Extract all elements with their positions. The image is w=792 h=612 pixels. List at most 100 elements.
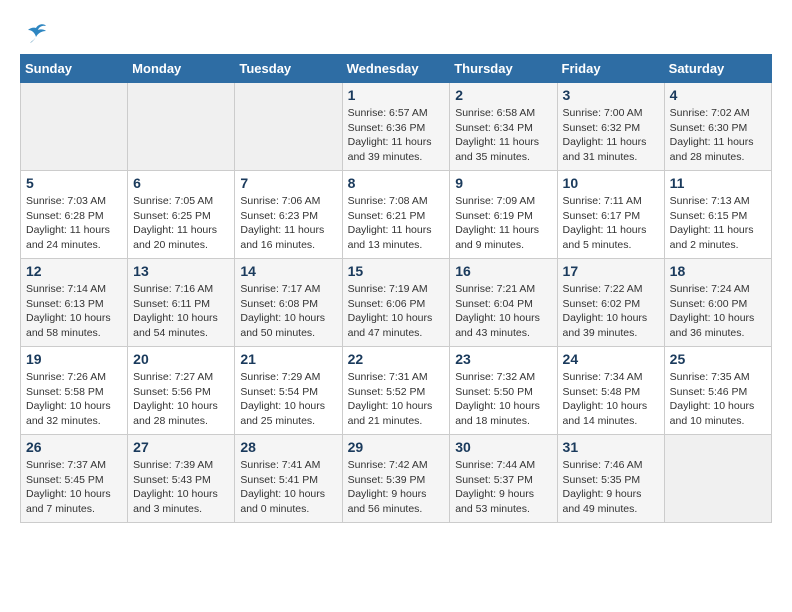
calendar-cell: 7 Sunrise: 7:06 AMSunset: 6:23 PMDaylight… [235,171,342,259]
day-number: 17 [563,263,659,279]
calendar-cell: 16 Sunrise: 7:21 AMSunset: 6:04 PMDayligh… [450,259,557,347]
day-number: 15 [348,263,445,279]
day-info: Sunrise: 7:08 AMSunset: 6:21 PMDaylight:… [348,194,445,253]
calendar-cell: 14Sunrise: 7:17 AMSunset: 6:08 PMDayligh… [235,259,342,347]
day-info: Sunrise: 7:24 AMSunset: 6:00 PMDaylight:… [670,282,766,341]
day-info: Sunrise: 7:02 AMSunset: 6:30 PMDaylight:… [670,106,766,165]
day-info: Sunrise: 7:34 AMSunset: 5:48 PMDaylight:… [563,370,659,429]
day-info: Sunrise: 7:35 AMSunset: 5:46 PMDaylight:… [670,370,766,429]
day-number: 11 [670,175,766,191]
logo [20,20,50,44]
day-number: 7 [240,175,336,191]
day-number: 16 [455,263,551,279]
day-number: 20 [133,351,229,367]
calendar-cell: 27 Sunrise: 7:39 AMSunset: 5:43 PMDayligh… [128,435,235,523]
calendar-cell: 30 Sunrise: 7:44 AMSunset: 5:37 PMDayligh… [450,435,557,523]
day-number: 18 [670,263,766,279]
day-info: Sunrise: 7:26 AMSunset: 5:58 PMDaylight:… [26,370,122,429]
day-number: 25 [670,351,766,367]
calendar-cell: 8 Sunrise: 7:08 AMSunset: 6:21 PMDaylight… [342,171,450,259]
header [20,20,772,44]
week-row-5: 26Sunrise: 7:37 AMSunset: 5:45 PMDayligh… [21,435,772,523]
day-number: 8 [348,175,445,191]
day-number: 22 [348,351,445,367]
calendar-cell: 26Sunrise: 7:37 AMSunset: 5:45 PMDayligh… [21,435,128,523]
header-row: SundayMondayTuesdayWednesdayThursdayFrid… [21,55,772,83]
day-info: Sunrise: 7:03 AMSunset: 6:28 PMDaylight:… [26,194,122,253]
week-row-1: 1 Sunrise: 6:57 AMSunset: 6:36 PMDaylight… [21,83,772,171]
day-number: 27 [133,439,229,455]
day-info: Sunrise: 7:00 AMSunset: 6:32 PMDaylight:… [563,106,659,165]
day-info: Sunrise: 7:21 AMSunset: 6:04 PMDaylight:… [455,282,551,341]
calendar-cell [664,435,771,523]
day-number: 9 [455,175,551,191]
header-day-thursday: Thursday [450,55,557,83]
calendar-cell: 13 Sunrise: 7:16 AMSunset: 6:11 PMDayligh… [128,259,235,347]
day-number: 4 [670,87,766,103]
day-info: Sunrise: 7:13 AMSunset: 6:15 PMDaylight:… [670,194,766,253]
day-info: Sunrise: 7:05 AMSunset: 6:25 PMDaylight:… [133,194,229,253]
calendar-cell: 20Sunrise: 7:27 AMSunset: 5:56 PMDayligh… [128,347,235,435]
calendar-cell: 12Sunrise: 7:14 AMSunset: 6:13 PMDayligh… [21,259,128,347]
calendar-cell: 2 Sunrise: 6:58 AMSunset: 6:34 PMDaylight… [450,83,557,171]
day-number: 6 [133,175,229,191]
header-day-tuesday: Tuesday [235,55,342,83]
calendar-cell: 9 Sunrise: 7:09 AMSunset: 6:19 PMDaylight… [450,171,557,259]
calendar-cell: 18 Sunrise: 7:24 AMSunset: 6:00 PMDayligh… [664,259,771,347]
calendar-cell: 22Sunrise: 7:31 AMSunset: 5:52 PMDayligh… [342,347,450,435]
day-number: 3 [563,87,659,103]
logo-bird-icon [22,20,50,48]
calendar-cell [128,83,235,171]
calendar-cell: 1 Sunrise: 6:57 AMSunset: 6:36 PMDaylight… [342,83,450,171]
day-number: 13 [133,263,229,279]
calendar-table: SundayMondayTuesdayWednesdayThursdayFrid… [20,54,772,523]
day-info: Sunrise: 7:41 AMSunset: 5:41 PMDaylight:… [240,458,336,517]
calendar-cell [235,83,342,171]
day-info: Sunrise: 7:32 AMSunset: 5:50 PMDaylight:… [455,370,551,429]
week-row-2: 5 Sunrise: 7:03 AMSunset: 6:28 PMDaylight… [21,171,772,259]
day-info: Sunrise: 7:46 AMSunset: 5:35 PMDaylight:… [563,458,659,517]
calendar-cell: 3 Sunrise: 7:00 AMSunset: 6:32 PMDaylight… [557,83,664,171]
header-day-friday: Friday [557,55,664,83]
calendar-cell: 28Sunrise: 7:41 AMSunset: 5:41 PMDayligh… [235,435,342,523]
calendar-cell: 19 Sunrise: 7:26 AMSunset: 5:58 PMDayligh… [21,347,128,435]
day-number: 2 [455,87,551,103]
day-number: 5 [26,175,122,191]
day-info: Sunrise: 7:37 AMSunset: 5:45 PMDaylight:… [26,458,122,517]
day-number: 1 [348,87,445,103]
day-info: Sunrise: 7:39 AMSunset: 5:43 PMDaylight:… [133,458,229,517]
day-number: 31 [563,439,659,455]
calendar-cell: 24 Sunrise: 7:34 AMSunset: 5:48 PMDayligh… [557,347,664,435]
calendar-cell: 31 Sunrise: 7:46 AMSunset: 5:35 PMDayligh… [557,435,664,523]
week-row-3: 12Sunrise: 7:14 AMSunset: 6:13 PMDayligh… [21,259,772,347]
day-number: 30 [455,439,551,455]
header-day-sunday: Sunday [21,55,128,83]
calendar-cell [21,83,128,171]
calendar-cell: 6 Sunrise: 7:05 AMSunset: 6:25 PMDaylight… [128,171,235,259]
week-row-4: 19 Sunrise: 7:26 AMSunset: 5:58 PMDayligh… [21,347,772,435]
day-info: Sunrise: 7:06 AMSunset: 6:23 PMDaylight:… [240,194,336,253]
day-number: 23 [455,351,551,367]
day-info: Sunrise: 7:29 AMSunset: 5:54 PMDaylight:… [240,370,336,429]
day-info: Sunrise: 6:57 AMSunset: 6:36 PMDaylight:… [348,106,445,165]
day-info: Sunrise: 7:22 AMSunset: 6:02 PMDaylight:… [563,282,659,341]
calendar-cell: 21Sunrise: 7:29 AMSunset: 5:54 PMDayligh… [235,347,342,435]
day-info: Sunrise: 6:58 AMSunset: 6:34 PMDaylight:… [455,106,551,165]
day-info: Sunrise: 7:09 AMSunset: 6:19 PMDaylight:… [455,194,551,253]
calendar-cell: 4 Sunrise: 7:02 AMSunset: 6:30 PMDaylight… [664,83,771,171]
day-number: 12 [26,263,122,279]
header-day-monday: Monday [128,55,235,83]
calendar-cell: 23 Sunrise: 7:32 AMSunset: 5:50 PMDayligh… [450,347,557,435]
calendar-cell: 10Sunrise: 7:11 AMSunset: 6:17 PMDayligh… [557,171,664,259]
day-info: Sunrise: 7:44 AMSunset: 5:37 PMDaylight:… [455,458,551,517]
calendar-cell: 11 Sunrise: 7:13 AMSunset: 6:15 PMDayligh… [664,171,771,259]
day-info: Sunrise: 7:42 AMSunset: 5:39 PMDaylight:… [348,458,445,517]
day-number: 19 [26,351,122,367]
day-info: Sunrise: 7:17 AMSunset: 6:08 PMDaylight:… [240,282,336,341]
day-info: Sunrise: 7:16 AMSunset: 6:11 PMDaylight:… [133,282,229,341]
day-number: 24 [563,351,659,367]
day-number: 29 [348,439,445,455]
day-info: Sunrise: 7:19 AMSunset: 6:06 PMDaylight:… [348,282,445,341]
day-number: 10 [563,175,659,191]
header-day-wednesday: Wednesday [342,55,450,83]
